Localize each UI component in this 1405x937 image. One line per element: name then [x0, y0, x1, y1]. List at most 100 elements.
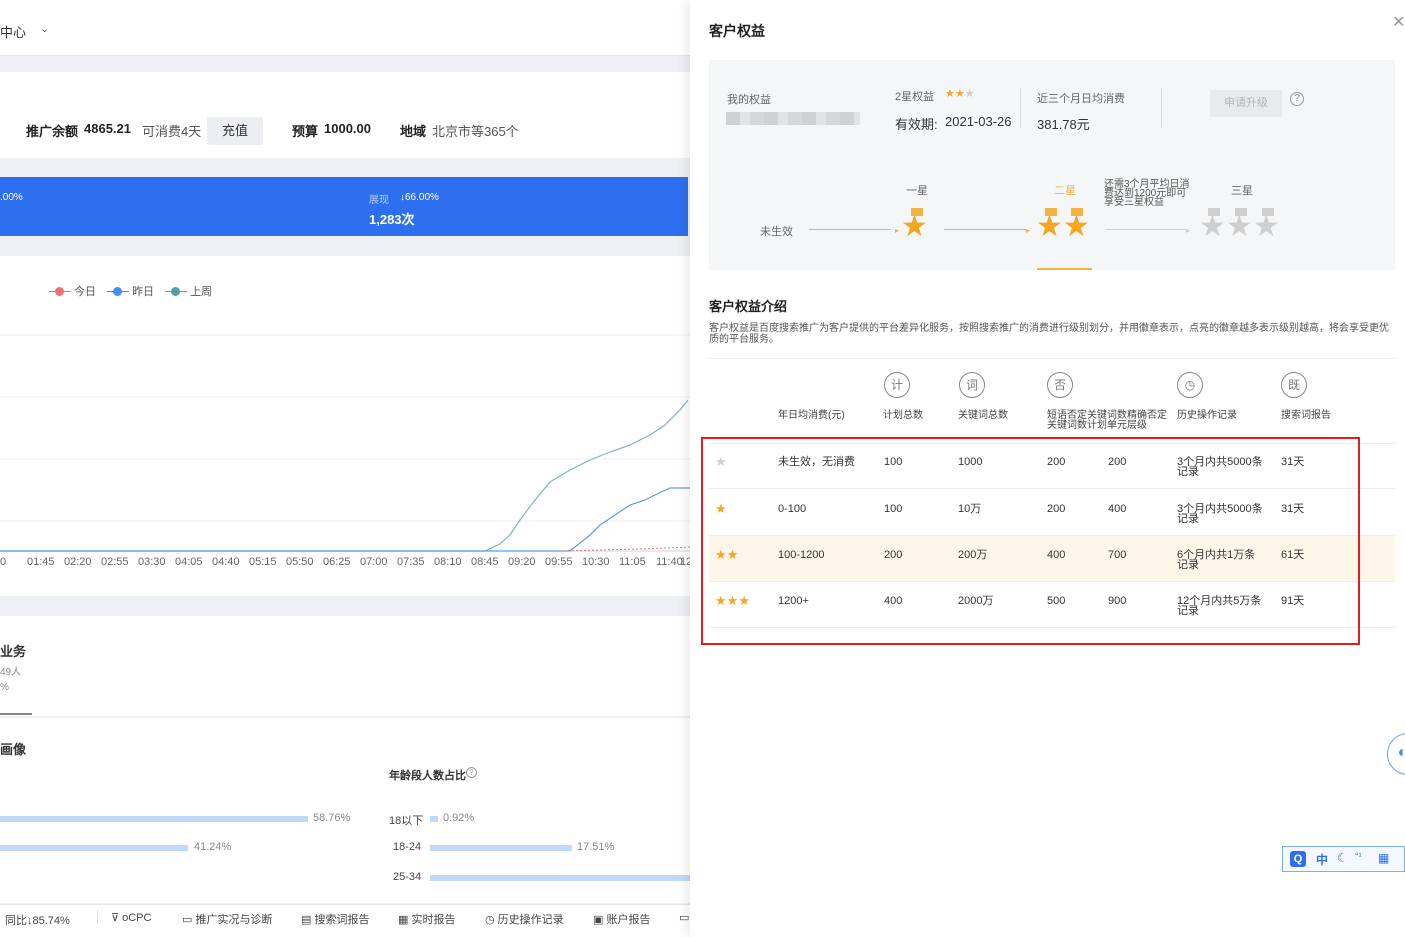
recharge-button[interactable]: 充值 — [207, 117, 263, 145]
x-tick-label: 09:55 — [545, 556, 573, 568]
plan-icon: 计 — [884, 372, 910, 398]
step-one-star-icon: ★ — [901, 210, 928, 243]
col-history-header: 历史操作记录 — [1177, 410, 1237, 421]
x-tick-label: 07:35 — [397, 556, 425, 568]
balance-value: 4865.21 — [84, 121, 131, 136]
account-name-blurred — [726, 112, 860, 125]
business-panel: 业务 49人 % — [0, 616, 690, 716]
history-link[interactable]: ◷ 历史操作记录 — [485, 911, 564, 927]
x-tick-label: 0 — [0, 556, 7, 568]
nav-title[interactable]: 中心 — [0, 22, 26, 41]
step-one-label: 一星 — [906, 185, 928, 197]
bottom-toolbar: 同比↓85.74% ⊽ oCPC ▭ 推广实况与诊断 ▤ 搜索词报告 ▦ 实时报… — [0, 904, 690, 937]
search-report-link[interactable]: ▤ 搜索词报告 — [301, 911, 369, 927]
region-value[interactable]: 北京市等365个 — [432, 121, 519, 140]
account-summary — [0, 72, 690, 158]
business-tab-underline — [0, 713, 32, 715]
metric-left-value: .00% — [0, 192, 23, 203]
metric-bar[interactable]: .00% 展现 ↓66.00% 1,283次 — [0, 177, 688, 236]
compare-text: 同比↓85.74% — [5, 915, 70, 927]
age-bar-1 — [430, 816, 438, 822]
headset-icon: ◖ — [1396, 744, 1405, 761]
drawer-title: 客户权益 — [709, 23, 765, 39]
ocpc-link[interactable]: ⊽ oCPC — [111, 911, 151, 924]
step-three-stars-icon: ★★★ — [1199, 210, 1280, 243]
x-tick-label: 06:25 — [323, 556, 351, 568]
gender-bar-1-value: 58.76% — [313, 812, 351, 824]
col-report-header: 搜索词报告 — [1281, 410, 1331, 421]
age-row-1-value: 0.92% — [443, 812, 475, 824]
series-yesterday-line — [0, 487, 690, 552]
negative-keyword-icon: 否 — [1047, 372, 1073, 398]
x-tick-label: 08:10 — [434, 556, 462, 568]
my-rights-label: 我的权益 — [727, 94, 771, 106]
portrait-panel: 画像 年龄段人数占比 ? 58.76% 41.24% 18以下 0.92% 18… — [0, 718, 690, 903]
legend-yesterday[interactable]: 昨日 — [107, 283, 154, 299]
x-tick-label: 12 — [680, 556, 690, 568]
x-tick-label: 05:50 — [286, 556, 314, 568]
legend-last-week[interactable]: 上周 — [165, 283, 212, 299]
legend-today[interactable]: 今日 — [49, 283, 96, 299]
age-row-3-label: 25-34 — [393, 871, 422, 883]
close-icon[interactable]: ✕ — [1392, 12, 1405, 32]
age-row-2-value: 17.51% — [577, 841, 615, 853]
x-tick-label: 01:45 — [27, 556, 55, 568]
region-label: 地域 — [400, 124, 427, 139]
business-sub2: % — [0, 682, 9, 693]
help-icon[interactable]: ? — [466, 767, 477, 778]
x-tick-label: 04:40 — [212, 556, 240, 568]
trend-chart — [0, 334, 690, 552]
col-plans-header: 计划总数 — [883, 410, 923, 421]
age-row-1-label: 18以下 — [389, 815, 424, 827]
account-report-link[interactable]: ▣ 账户报告 — [593, 911, 650, 927]
x-tick-label: 08:45 — [471, 556, 499, 568]
chevron-down-icon[interactable]: ⌄ — [40, 22, 49, 35]
age-bar-2 — [430, 845, 572, 851]
metric-value: 1,283次 — [369, 212, 415, 227]
gender-bar-1 — [0, 816, 308, 822]
portrait-title: 画像 — [0, 742, 27, 757]
validity-value: 2021-03-26 — [945, 114, 1012, 129]
validity-label: 有效期: — [895, 117, 938, 132]
col-keywords-header: 关键词总数 — [958, 410, 1008, 421]
level-label: 2星权益 — [895, 91, 935, 103]
x-tick-label: 09:20 — [508, 556, 536, 568]
step-three-label: 三星 — [1231, 185, 1253, 197]
x-tick-label: 11:05 — [619, 556, 646, 568]
diagnosis-link[interactable]: ▭ 推广实况与诊断 — [182, 911, 272, 927]
help-icon[interactable]: ? — [1290, 92, 1304, 106]
x-tick-label: 07:00 — [360, 556, 388, 568]
x-tick-label: 02:55 — [101, 556, 129, 568]
customer-service-button[interactable]: ◖ — [1387, 733, 1405, 775]
age-bar-3 — [430, 875, 690, 881]
series-today-line — [559, 546, 690, 552]
metric-change: ↓66.00% — [400, 192, 439, 203]
x-tick-label: 04:05 — [175, 556, 203, 568]
keyword-icon: 词 — [959, 372, 985, 398]
level-stars-icon: ★★★ — [945, 88, 975, 100]
business-sub1: 49人 — [0, 667, 22, 678]
top-nav: 中心 ⌄ — [0, 0, 690, 56]
realtime-report-link[interactable]: ▦ 实时报告 — [398, 911, 455, 927]
step-inactive-label: 未生效 — [760, 226, 793, 238]
ime-toolbar[interactable]: Q 中 ☾ °¹ ▦ — [1282, 846, 1405, 872]
highlight-box — [701, 437, 1360, 645]
intro-text: 客户权益是百度搜索推广为客户提供的平台差异化服务，按照搜索推广的消费进行级别划分… — [709, 323, 1389, 345]
budget-value[interactable]: 1000.00 — [324, 121, 371, 136]
business-title: 业务 — [0, 644, 27, 659]
more-icon[interactable]: ▭ — [679, 911, 689, 924]
step-two-label: 二星 — [1054, 185, 1076, 197]
balance-label: 推广余额 — [26, 124, 79, 139]
age-chart-title: 年龄段人数占比 — [389, 770, 466, 782]
punctuation-icon[interactable]: °¹ — [1355, 851, 1362, 861]
ime-language[interactable]: 中 — [1316, 851, 1328, 868]
days-remaining: 可消费4天 — [142, 124, 202, 139]
metric-label: 展现 — [369, 195, 389, 206]
gender-bar-2-value: 41.24% — [194, 841, 232, 853]
keyboard-icon[interactable]: ▦ — [1378, 851, 1389, 865]
gender-bar-2 — [0, 845, 188, 851]
x-tick-label: 02:20 — [64, 556, 92, 568]
ime-logo-icon: Q — [1290, 851, 1306, 867]
apply-upgrade-button[interactable]: 申请升级 — [1210, 90, 1282, 117]
moon-icon[interactable]: ☾ — [1337, 851, 1348, 865]
